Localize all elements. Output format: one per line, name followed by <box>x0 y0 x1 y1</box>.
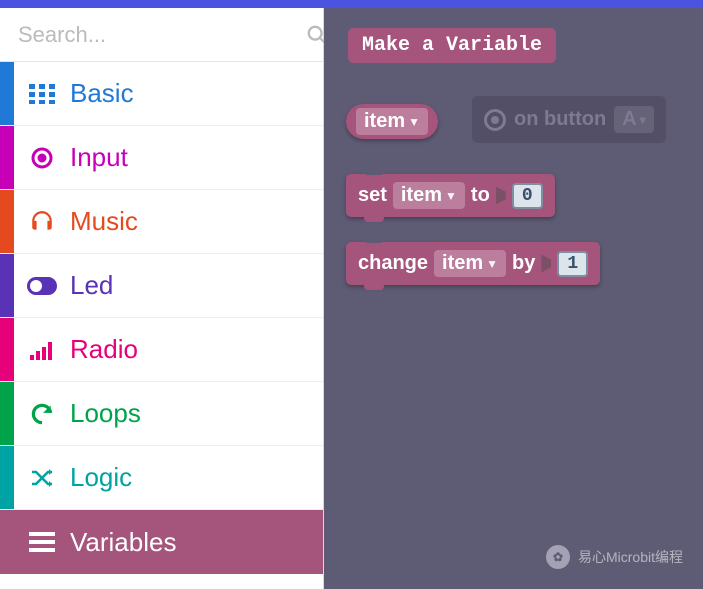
category-label: Logic <box>70 462 132 493</box>
category-stripe <box>0 510 14 574</box>
block-text: change <box>358 252 428 275</box>
app-top-bar <box>0 0 703 8</box>
category-stripe <box>0 382 14 445</box>
variable-dropdown[interactable]: item ▼ <box>356 108 428 135</box>
set-value-input[interactable]: 0 <box>512 183 543 209</box>
input-socket <box>496 187 506 205</box>
category-basic[interactable]: Basic <box>0 62 323 126</box>
chevron-down-icon: ▼ <box>408 115 420 129</box>
headphones-icon <box>14 209 70 235</box>
watermark: ✿ 易心Microbit编程 <box>546 545 683 569</box>
category-label: Music <box>70 206 138 237</box>
category-variables[interactable]: Variables <box>0 510 323 574</box>
shuffle-icon <box>14 466 70 490</box>
category-label: Radio <box>70 334 138 365</box>
category-radio[interactable]: Radio <box>0 318 323 382</box>
category-input[interactable]: Input <box>0 126 323 190</box>
category-logic[interactable]: Logic <box>0 446 323 510</box>
variable-name: item <box>401 184 442 207</box>
button-value: A <box>622 108 636 131</box>
category-label: Variables <box>70 527 176 558</box>
variable-name: item <box>442 252 483 275</box>
chevron-down-icon: ▼ <box>445 189 457 203</box>
category-stripe <box>0 62 14 125</box>
change-variable-block[interactable]: change item ▼ by 1 <box>346 242 600 285</box>
make-variable-button[interactable]: Make a Variable <box>348 28 556 63</box>
chevron-down-icon: ▾ <box>640 113 646 127</box>
category-stripe <box>0 190 14 253</box>
category-stripe <box>0 318 14 381</box>
main-area: Basic Input Music Led <box>0 8 703 589</box>
variable-item-block[interactable]: item ▼ <box>346 104 438 139</box>
block-text: on button <box>514 108 606 131</box>
category-stripe <box>0 126 14 189</box>
category-sidebar: Basic Input Music Led <box>0 8 324 589</box>
variable-name: item <box>364 110 405 133</box>
gear-icon <box>484 109 506 131</box>
variable-dropdown[interactable]: item ▼ <box>434 250 506 277</box>
change-value-input[interactable]: 1 <box>557 251 588 277</box>
category-label: Led <box>70 270 113 301</box>
category-label: Input <box>70 142 128 173</box>
watermark-icon: ✿ <box>546 545 570 569</box>
block-text: set <box>358 184 387 207</box>
toggle-icon <box>14 277 70 295</box>
block-canvas[interactable]: Make a Variable item ▼ on button A ▾ set… <box>324 8 703 589</box>
block-text: by <box>512 252 535 275</box>
category-label: Basic <box>70 78 134 109</box>
input-socket <box>541 255 551 273</box>
watermark-text: 易心Microbit编程 <box>578 547 683 567</box>
category-led[interactable]: Led <box>0 254 323 318</box>
list-icon <box>14 532 70 552</box>
chevron-down-icon: ▼ <box>486 257 498 271</box>
block-text: to <box>471 184 490 207</box>
button-dropdown[interactable]: A ▾ <box>614 106 653 133</box>
grid-icon <box>14 84 70 104</box>
category-stripe <box>0 254 14 317</box>
on-button-block-ghost[interactable]: on button A ▾ <box>472 96 666 143</box>
variable-dropdown[interactable]: item ▼ <box>393 182 465 209</box>
category-music[interactable]: Music <box>0 190 323 254</box>
signal-icon <box>14 340 70 360</box>
refresh-icon <box>14 401 70 427</box>
target-icon <box>14 146 70 170</box>
search-input[interactable] <box>18 22 306 48</box>
category-stripe <box>0 446 14 509</box>
set-variable-block[interactable]: set item ▼ to 0 <box>346 174 555 217</box>
category-label: Loops <box>70 398 141 429</box>
category-loops[interactable]: Loops <box>0 382 323 446</box>
search-row <box>0 8 323 62</box>
